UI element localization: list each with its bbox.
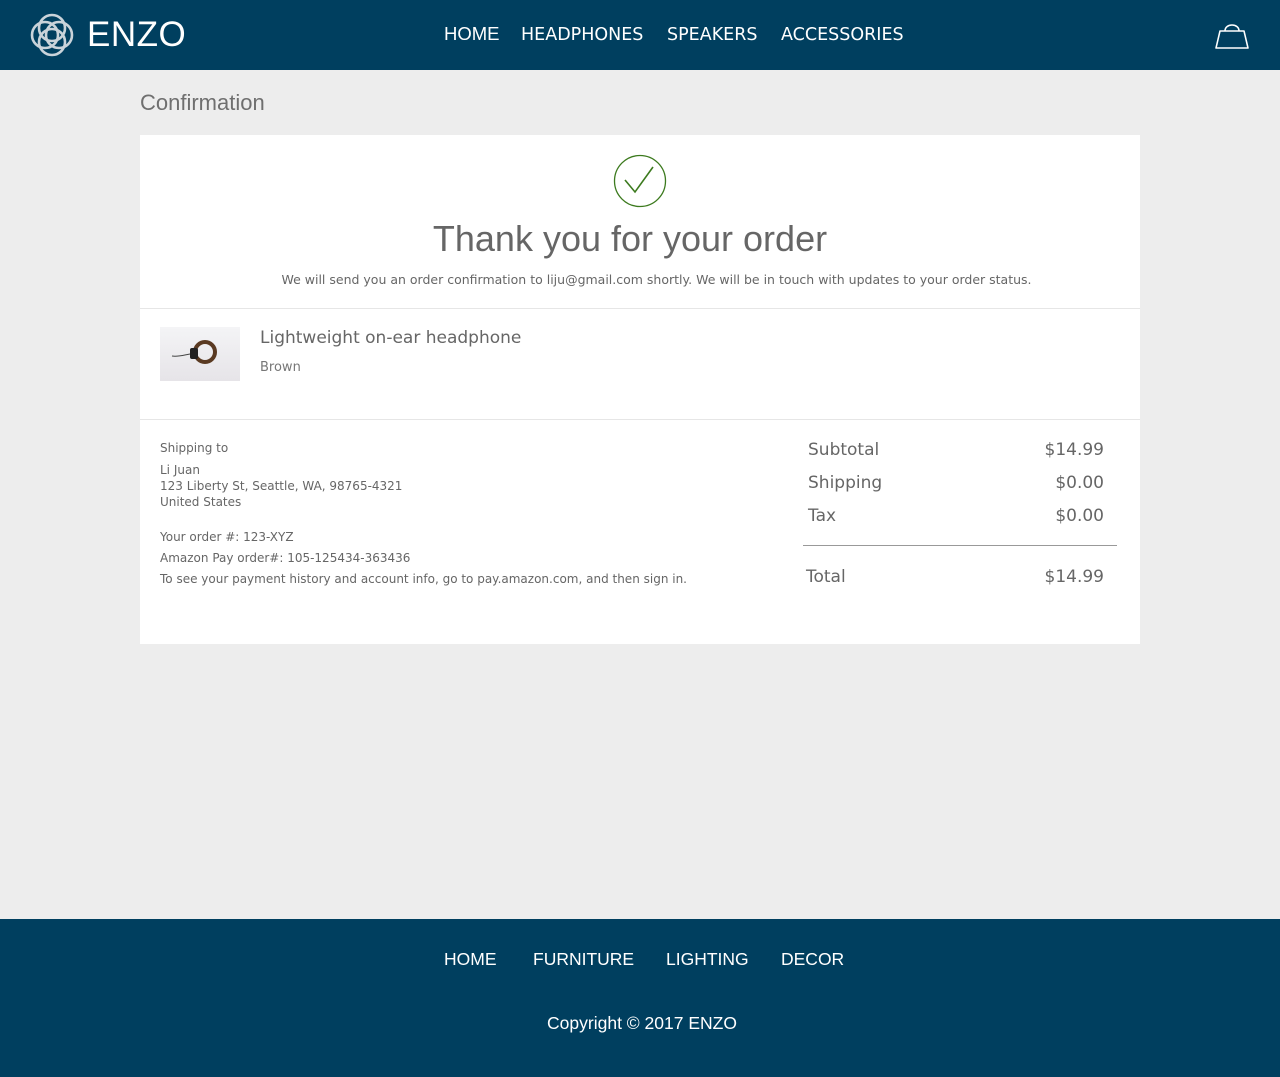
site-footer: HOME FURNITURE LIGHTING DECOR Copyright … [0,919,1280,1077]
subtotal-label: Subtotal [808,440,880,460]
total-label: Total [806,567,846,587]
success-check-icon [613,154,667,208]
summary-divider [803,545,1117,546]
section-divider [140,419,1140,420]
section-divider [140,308,1140,309]
tax-row: Tax $0.00 [808,506,1104,539]
confirmation-message: We will send you an order confirmation t… [281,272,1032,287]
shipping-row: Shipping $0.00 [808,473,1104,506]
main-nav: HOME HEADPHONES SPEAKERS ACCESSORIES [0,22,1280,48]
amazon-pay-order-number: Amazon Pay order#: 105-125434-363436 [160,551,411,565]
footer-nav-home[interactable]: HOME [444,949,497,970]
headphone-image-icon [171,340,217,364]
nav-accessories[interactable]: ACCESSORIES [781,22,904,48]
footer-nav-decor[interactable]: DECOR [781,949,844,970]
copyright-text: Copyright © 2017 ENZO [547,1013,737,1033]
product-name[interactable]: Lightweight on-ear headphone [260,328,521,348]
order-summary: Subtotal $14.99 Shipping $0.00 Tax $0.00 [808,440,1104,539]
nav-headphones[interactable]: HEADPHONES [521,22,643,48]
subtotal-value: $14.99 [1044,440,1104,460]
subtotal-row: Subtotal $14.99 [808,440,1104,473]
order-info: Your order #: 123-XYZ Amazon Pay order#:… [160,527,687,590]
payment-history-note: To see your payment history and account … [160,572,687,586]
confirmation-card: Thank you for your order We will send yo… [140,135,1140,644]
page-title: Confirmation [140,90,265,115]
top-navigation-bar: ENZO HOME HEADPHONES SPEAKERS ACCESSORIE… [0,0,1280,70]
total-value: $14.99 [1044,567,1104,587]
product-thumbnail [160,327,240,381]
street-address: 123 Liberty St, Seattle, WA, 98765-4321 [160,479,403,493]
footer-nav-lighting[interactable]: LIGHTING [666,949,749,970]
shipping-cost-label: Shipping [808,473,883,493]
recipient-name: Li Juan [160,463,200,477]
product-color: Brown [260,360,301,375]
shopping-bag-icon[interactable] [1214,20,1250,50]
nav-home[interactable]: HOME [444,21,500,47]
shipping-label: Shipping to [160,441,229,455]
order-number: Your order #: 123-XYZ [160,530,294,544]
footer-nav-furniture[interactable]: FURNITURE [533,949,634,970]
thank-you-heading: Thank you for your order [432,218,828,259]
country: United States [160,495,242,509]
shipping-cost-value: $0.00 [1055,473,1104,493]
shipping-address: Li Juan 123 Liberty St, Seattle, WA, 987… [160,462,402,510]
tax-value: $0.00 [1055,506,1104,526]
nav-speakers[interactable]: SPEAKERS [667,22,758,48]
tax-label: Tax [808,506,837,526]
